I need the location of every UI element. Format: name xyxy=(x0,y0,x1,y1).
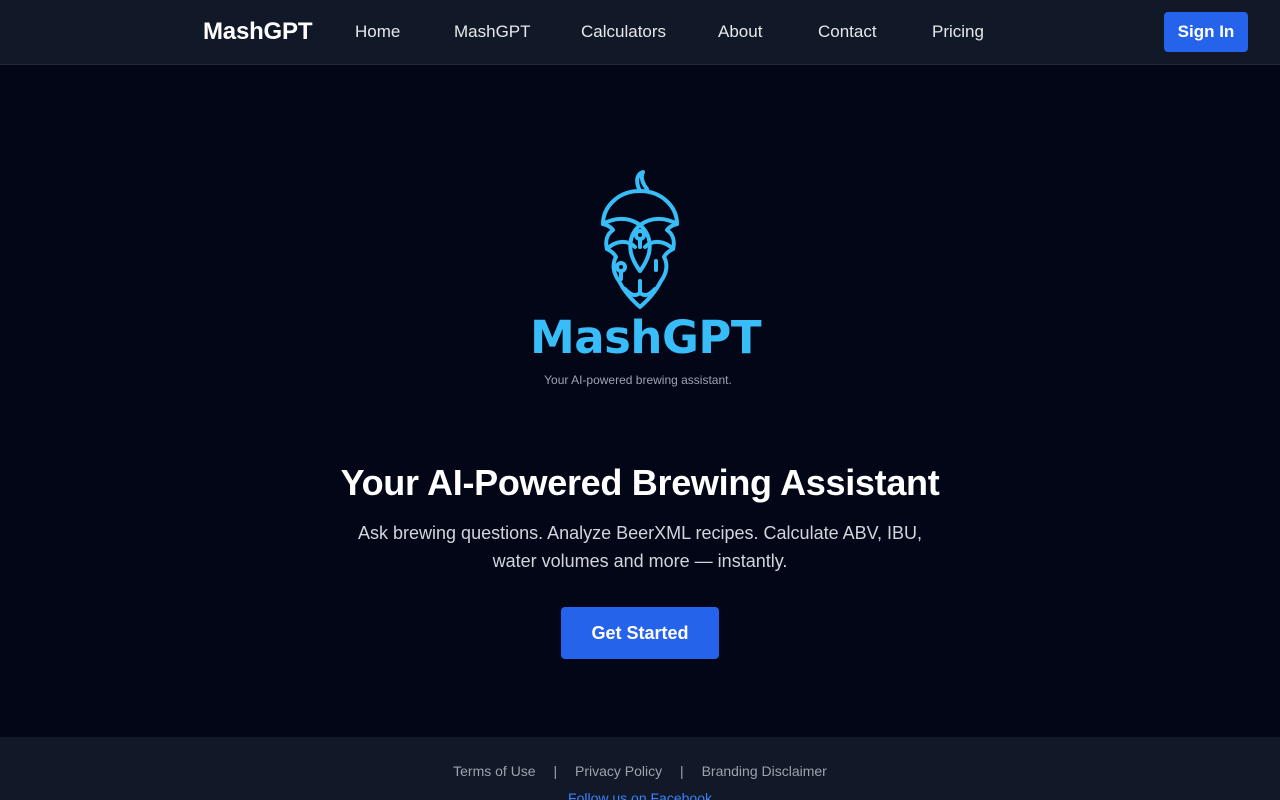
top-navigation-bar: MashGPT Home MashGPT Calculators About C… xyxy=(0,0,1280,65)
nav-mashgpt[interactable]: MashGPT xyxy=(454,22,531,42)
nav-calculators[interactable]: Calculators xyxy=(581,22,666,42)
footer-links: Terms of Use | Privacy Policy | Branding… xyxy=(0,763,1280,779)
logo-wordmark: MashGPT xyxy=(530,311,762,364)
sign-in-button[interactable]: Sign In xyxy=(1164,12,1248,52)
footer: Terms of Use | Privacy Policy | Branding… xyxy=(0,737,1280,800)
branding-disclaimer-link[interactable]: Branding Disclaimer xyxy=(702,763,827,779)
footer-separator: | xyxy=(553,763,558,779)
logo-tagline: Your AI-powered brewing assistant. xyxy=(544,373,732,387)
hero-logo: MashGPT Your AI-powered brewing assistan… xyxy=(530,165,762,395)
get-started-button[interactable]: Get Started xyxy=(561,607,719,659)
terms-of-use-link[interactable]: Terms of Use xyxy=(453,763,535,779)
nav-about[interactable]: About xyxy=(718,22,762,42)
nav-home[interactable]: Home xyxy=(355,22,400,42)
facebook-link[interactable]: Follow us on Facebook xyxy=(0,790,1280,800)
brand-logo-link[interactable]: MashGPT xyxy=(203,18,312,46)
footer-separator: | xyxy=(680,763,684,779)
hero-subtitle-line-2: water volumes and more — instantly. xyxy=(492,551,788,571)
nav-pricing[interactable]: Pricing xyxy=(932,22,984,42)
hero-subtitle-line-1: Ask brewing questions. Analyze BeerXML r… xyxy=(358,523,922,543)
nav-contact[interactable]: Contact xyxy=(818,22,877,42)
privacy-policy-link[interactable]: Privacy Policy xyxy=(575,763,662,779)
hero-title: Your AI-Powered Brewing Assistant xyxy=(340,462,940,503)
hero-subtitle: Ask brewing questions. Analyze BeerXML r… xyxy=(340,519,940,575)
hop-cone-icon xyxy=(601,170,679,309)
